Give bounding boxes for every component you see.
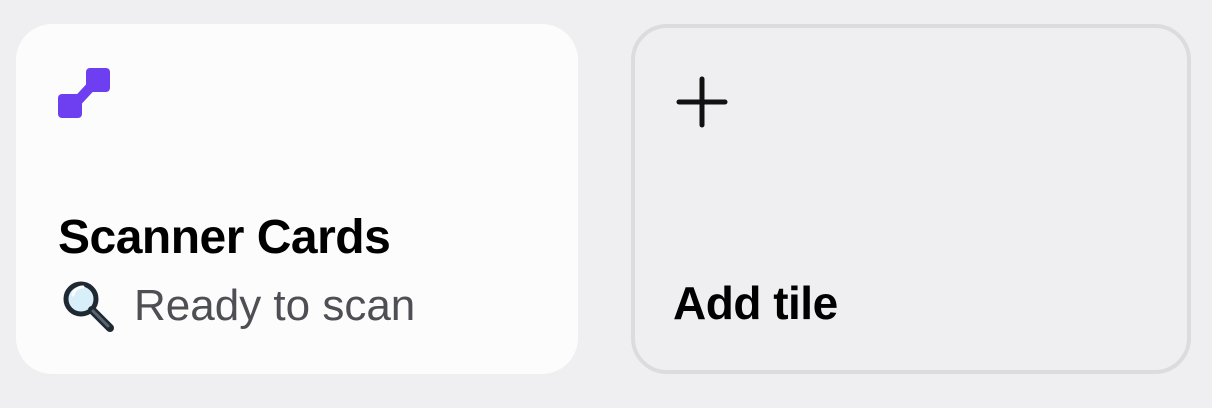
status-text: Ready to scan — [134, 281, 416, 330]
tile-status: Ready to scan — [58, 276, 415, 336]
tile-title: Scanner Cards — [58, 211, 391, 264]
add-tile-button[interactable]: Add tile — [631, 24, 1191, 374]
scanner-cards-tile[interactable]: Scanner Cards Ready to scan — [16, 24, 578, 374]
magnifying-glass-icon — [63, 281, 114, 332]
add-tile-label: Add tile — [673, 277, 838, 329]
scanner-cards-app-icon — [58, 68, 110, 118]
plus-icon — [676, 76, 728, 128]
